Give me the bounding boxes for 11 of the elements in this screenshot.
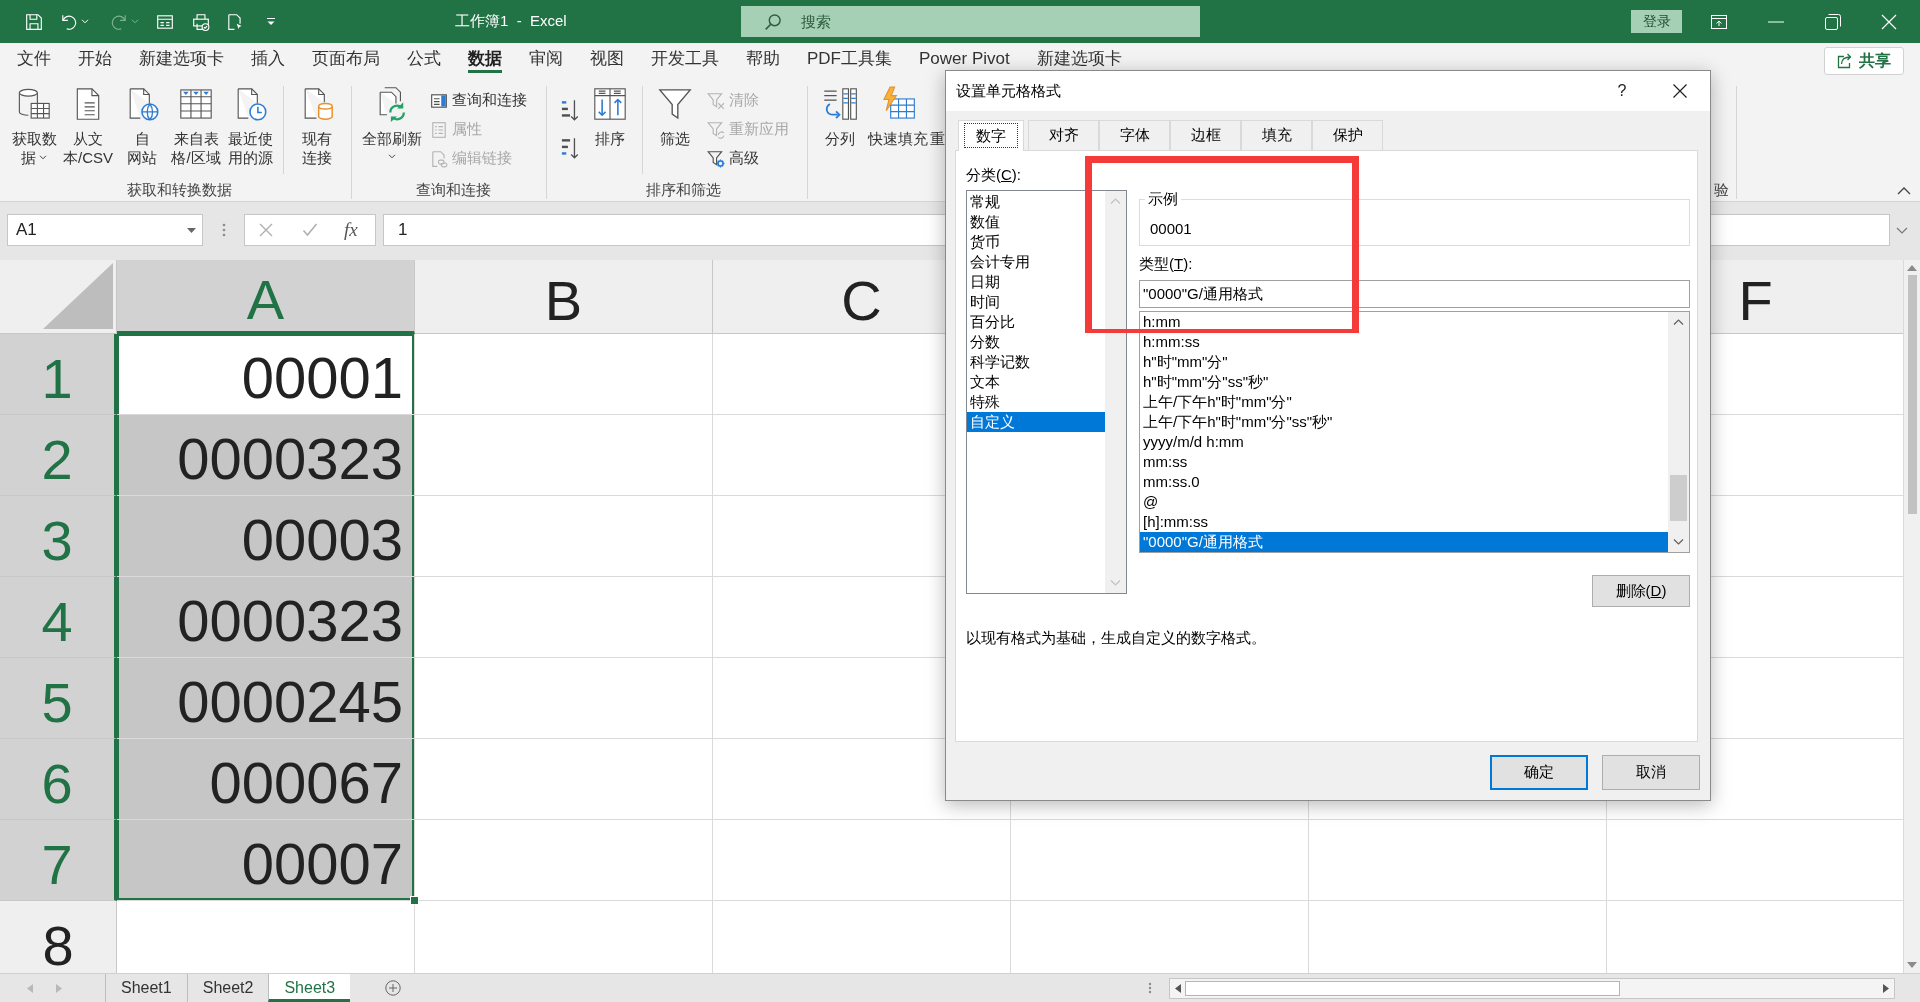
type-label: 类型(T):	[1139, 254, 1193, 274]
ribbon-group-label: 查询和连接	[414, 180, 492, 199]
dialog-title: 设置单元格格式	[956, 81, 1061, 101]
ribbon-group-label: 验	[1714, 180, 1729, 199]
description-text: 以现有格式为基础，生成自定义的数字格式。	[966, 628, 1266, 648]
sample-label: 示例	[1145, 189, 1181, 209]
sample-value: 00001	[1150, 219, 1193, 239]
window-title: 工作簿1 - Excel	[455, 12, 567, 29]
category-label: 分类(C):	[966, 165, 1021, 185]
ribbon-group-label: 获取和转换数据	[125, 180, 233, 199]
ribbon-group-label: 排序和筛选	[645, 180, 722, 199]
